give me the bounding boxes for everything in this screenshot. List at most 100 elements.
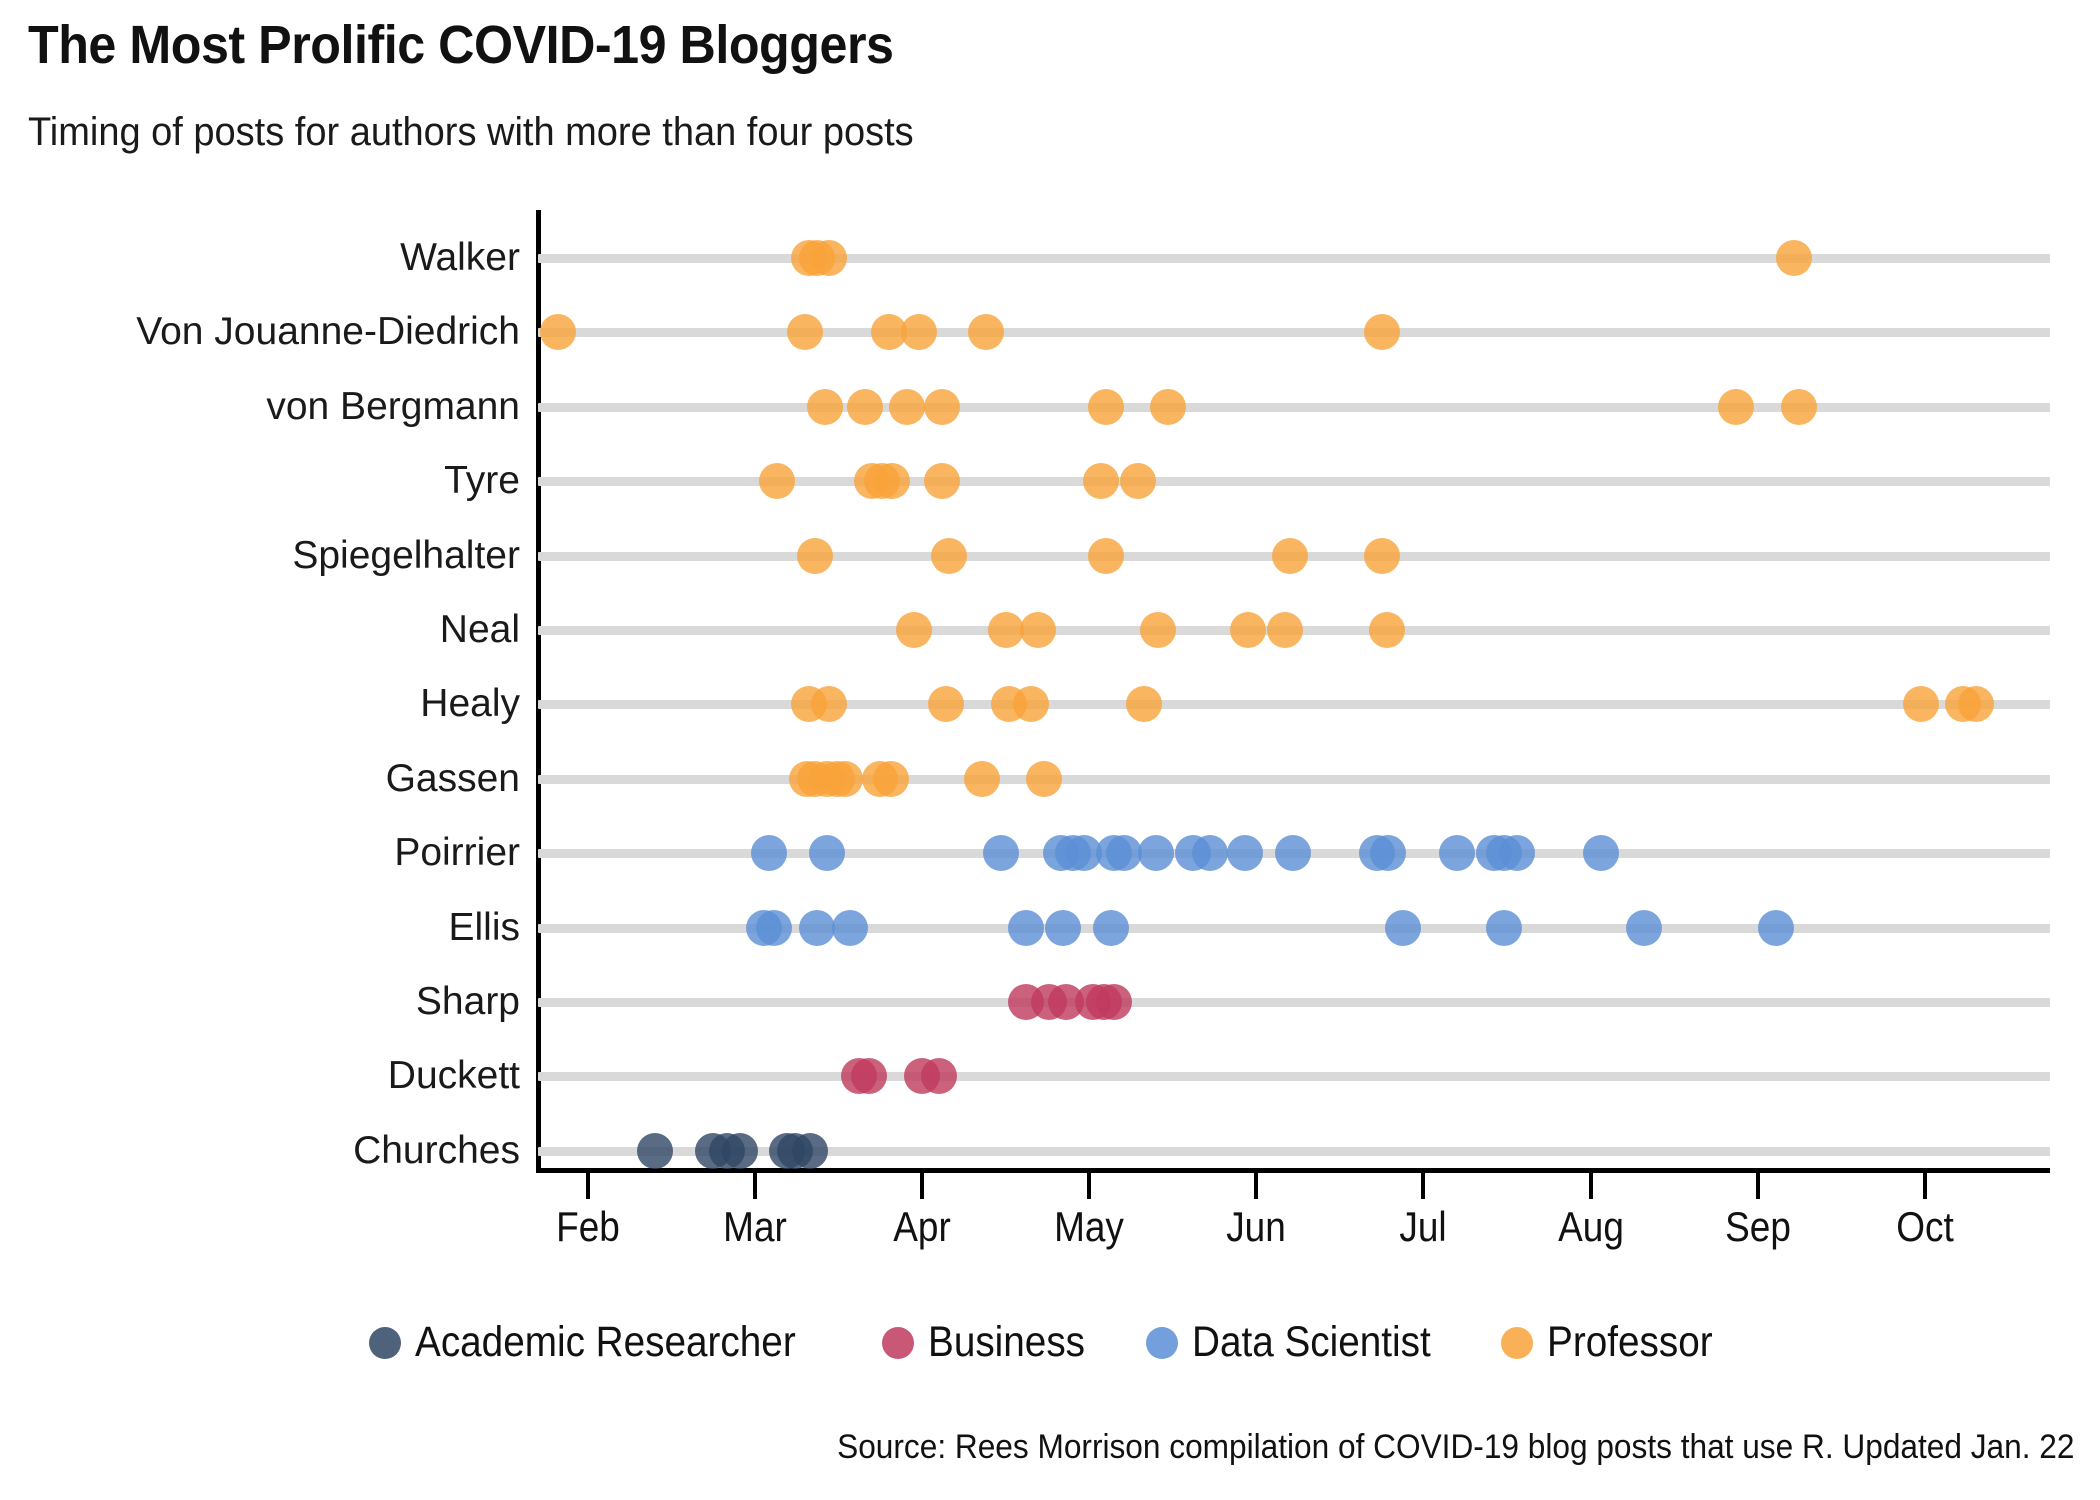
data-point [827,760,864,797]
data-point [1758,909,1794,946]
data-point [722,1132,759,1169]
data-point [1230,612,1267,648]
data-point [920,1058,957,1095]
gridline-row [538,998,2050,1007]
legend-item-data-scientist[interactable]: Data Scientist [1146,1318,1457,1367]
gridline-row [538,774,2050,784]
y-axis-label-gassen: Gassen [385,756,520,800]
legend-label: Professor [1547,1318,1714,1366]
data-point [850,1058,887,1095]
chart-legend: Academic Researcher Business Data Scientis… [0,1318,2100,1367]
data-point [810,686,847,723]
data-point [1119,463,1156,500]
data-point [1096,984,1133,1020]
x-axis-tick [1421,1173,1426,1199]
data-point [1012,686,1049,723]
data-point [1007,909,1044,946]
legend-label: Business [927,1318,1085,1366]
data-point [1149,388,1186,425]
data-point [900,314,937,351]
data-point [807,388,844,425]
x-axis-label-apr: Apr [893,1203,952,1250]
y-axis-label-tyre: Tyre [444,459,520,503]
data-point [1106,835,1143,872]
x-axis-label-may: May [1054,1203,1125,1250]
x-axis-label-oct: Oct [1895,1203,1954,1250]
data-point [1026,760,1063,797]
data-point [924,388,961,425]
x-axis-tick [920,1173,925,1199]
data-point [1368,612,1405,648]
data-point [1093,909,1130,946]
y-axis-label-healy: Healy [420,682,520,726]
data-point [889,388,926,425]
data-point [636,1132,673,1169]
data-point [874,463,911,500]
x-axis-label-jun: Jun [1226,1203,1287,1250]
chart-title: The Most Prolific COVID-19 Bloggers [28,15,894,75]
data-point [750,835,787,872]
data-point [927,686,964,723]
x-axis-tick [586,1173,591,1199]
legend-item-business[interactable]: Business [881,1318,1102,1367]
data-point [1370,835,1407,872]
y-axis-label-poirrier: Poirrier [394,831,520,875]
y-axis-label-ellis: Ellis [448,905,520,949]
data-point [1088,537,1125,574]
x-axis-tick [1588,1173,1593,1199]
data-point [1626,909,1662,946]
data-point [1275,835,1312,872]
data-point [987,612,1024,648]
y-axis-label-von-jouanne-diedrich: Von Jouanne-Diedrich [136,310,520,354]
data-point [1776,240,1813,276]
data-point [895,612,932,648]
data-point [1958,686,1995,723]
legend-item-professor[interactable]: Professor [1501,1318,1731,1367]
gridline-row [538,402,2050,412]
data-point [1191,835,1228,872]
legend-item-academic-researcher[interactable]: Academic Researcher [368,1318,838,1367]
data-point [1126,686,1163,723]
legend-label: Academic Researcher [414,1318,796,1366]
chart-root: The Most Prolific COVID-19 Bloggers Timi… [0,0,2100,1500]
data-point [967,314,1004,351]
data-point [1226,835,1263,872]
data-point [930,537,967,574]
gridline-row [538,1072,2050,1082]
legend-swatch-icon [1146,1326,1179,1359]
data-point [1088,388,1125,425]
data-point [810,240,847,276]
data-point [1717,388,1754,425]
data-point [1485,909,1522,946]
y-axis-label-spiegelhalter: Spiegelhalter [292,533,520,577]
data-point [1083,463,1120,500]
data-point [1363,537,1400,574]
data-point [1271,537,1308,574]
data-point [1385,909,1422,946]
data-point [809,835,846,872]
x-axis-tick [1087,1173,1092,1199]
plot-area [538,210,2050,1170]
data-point [1044,909,1081,946]
data-point [982,835,1019,872]
y-axis-label-duckett: Duckett [387,1054,520,1098]
y-axis-label-walker: Walker [400,236,520,279]
x-axis-tick [1755,1173,1760,1199]
x-axis-label-jul: Jul [1399,1203,1448,1250]
y-axis-label-neal: Neal [439,608,520,651]
data-point [1019,612,1056,648]
data-point [758,463,795,500]
x-axis-label-feb: Feb [556,1203,620,1250]
data-point [1363,314,1400,351]
legend-swatch-icon [1501,1326,1534,1359]
gridline-row [538,328,2050,338]
data-point [847,388,884,425]
source-note: Source: Rees Morrison compilation of COV… [836,1428,2074,1466]
data-point [799,909,835,946]
data-point [1438,835,1475,872]
gridline-row [538,254,2050,263]
data-point [540,314,577,351]
x-axis-label-sep: Sep [1724,1203,1791,1250]
data-point [1138,835,1175,872]
data-point [755,909,792,946]
